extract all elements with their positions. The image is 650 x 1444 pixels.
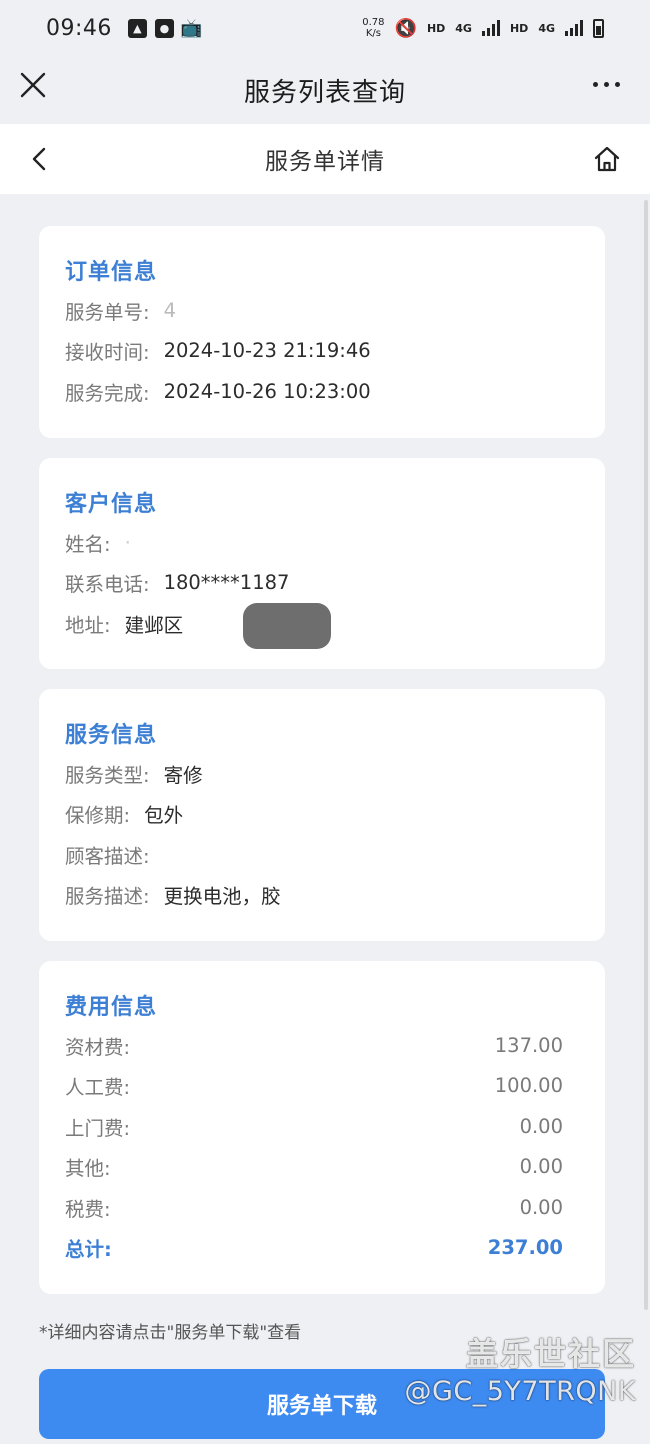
status-time: 09:46 [46,15,112,41]
warranty-row: 保修期: 包外 [65,794,579,835]
fee-label: 人工费: [65,1076,131,1100]
close-icon[interactable] [18,70,48,100]
status-bar: 09:46 ▲ ● 📺 0.78 K/s 🔇 HD 4G HD 4G [0,0,650,56]
customer-info-card: 客户信息 姓名: · 联系电话: 180****1187 地址: 建邺区 [39,458,605,669]
fee-info-title: 费用信息 [65,995,158,1020]
mute-icon: 🔇 [394,17,417,39]
service-type-row: 服务类型: 寄修 [65,753,579,794]
page-header: 服务单详情 [0,124,650,194]
net-speed: 0.78 K/s [362,17,384,39]
phone-value: 180****1187 [163,571,290,595]
name-row: 姓名: · [65,522,579,563]
address-value: 建邺区 [124,613,184,637]
status-right: 0.78 K/s 🔇 HD 4G HD 4G [362,17,604,39]
fee-label: 其他: [65,1157,111,1181]
app-bar: 服务列表查询 [0,56,650,124]
address-label: 地址: [65,613,111,637]
service-no-label: 服务单号: [65,300,150,324]
fee-total-label: 总计: [65,1238,112,1262]
warranty-label: 保修期: [65,804,131,828]
service-type-value: 寄修 [163,763,203,787]
phone-row: 联系电话: 180****1187 [65,563,579,604]
notification-icons: ▲ ● 📺 [127,17,203,39]
signal-icon-2 [565,20,583,36]
service-no-row: 服务单号: 4 [65,290,579,331]
network-4g-2: 4G [538,21,555,35]
network-4g-1: 4G [455,21,472,35]
net-speed-unit: K/s [365,28,381,39]
fee-info-card: 费用信息 资材费: 137.00 人工费: 100.00 上门费: 0.00 其… [39,961,605,1294]
watermark-community: 盖乐世社区 [465,1335,636,1373]
service-desc-row: 服务描述: 更换电池，胶 [65,875,579,916]
gallery-icon: ▲ [127,18,147,38]
completed-value: 2024-10-26 10:23:00 [163,379,371,403]
scrollbar[interactable] [644,200,648,1310]
more-icon[interactable] [593,82,620,87]
home-icon[interactable] [592,144,622,174]
address-row: 地址: 建邺区 [65,603,579,650]
fee-label: 税费: [65,1197,111,1221]
download-button[interactable]: 服务单下载 [39,1369,605,1439]
fee-total-amount: 237.00 [487,1236,563,1260]
app-title: 服务列表查询 [243,77,406,108]
contact-icon: ● [154,18,174,38]
fee-label: 资材费: [65,1035,131,1059]
fee-total-row: 总计: 237.00 [65,1228,579,1269]
customer-desc-row: 顾客描述: [65,834,579,875]
service-desc-value: 更换电池，胶 [163,885,281,909]
back-icon[interactable] [28,146,52,172]
fee-amount: 100.00 [494,1074,563,1098]
phone-label: 联系电话: [65,573,150,597]
order-info-title: 订单信息 [65,260,158,285]
net-speed-value: 0.78 [362,17,385,28]
completed-row: 服务完成: 2024-10-26 10:23:00 [65,371,579,412]
page-title: 服务单详情 [265,149,385,175]
battery-icon [593,18,604,38]
download-hint: *详细内容请点击"服务单下载"查看 [39,1323,302,1343]
warranty-value: 包外 [144,804,184,828]
fee-amount: 137.00 [494,1033,563,1057]
hd-label-1: HD [426,21,446,35]
service-info-title: 服务信息 [65,723,158,748]
hd-label-2: HD [509,21,529,35]
service-type-label: 服务类型: [65,763,150,787]
received-label: 接收时间: [65,341,150,365]
fee-row: 税费: 0.00 [65,1187,579,1228]
fee-row: 人工费: 100.00 [65,1066,579,1107]
completed-label: 服务完成: [65,381,150,405]
service-info-card: 服务信息 服务类型: 寄修 保修期: 包外 顾客描述: 服务描述: 更换电池，胶 [39,689,605,941]
order-info-card: 订单信息 服务单号: 4 接收时间: 2024-10-23 21:19:46 服… [39,226,605,438]
customer-desc-label: 顾客描述: [65,844,150,868]
fee-amount: 0.00 [519,1114,563,1138]
fee-row: 资材费: 137.00 [65,1025,579,1066]
received-row: 接收时间: 2024-10-23 21:19:46 [65,331,579,372]
signal-icon-1 [481,20,500,36]
name-value-redacted: · [124,530,131,554]
customer-info-title: 客户信息 [65,492,158,517]
service-no-value: 4 [163,298,176,322]
service-desc-label: 服务描述: [65,885,150,909]
fee-row: 其他: 0.00 [65,1147,579,1188]
fee-amount: 0.00 [519,1155,563,1179]
address-redaction [243,603,332,650]
bilibili-icon: 📺 [180,17,203,39]
fee-row: 上门费: 0.00 [65,1106,579,1147]
fee-label: 上门费: [65,1116,131,1140]
name-label: 姓名: [65,532,111,556]
download-button-label: 服务单下载 [266,1394,377,1419]
fee-amount: 0.00 [519,1195,563,1219]
received-value: 2024-10-23 21:19:46 [163,339,371,363]
